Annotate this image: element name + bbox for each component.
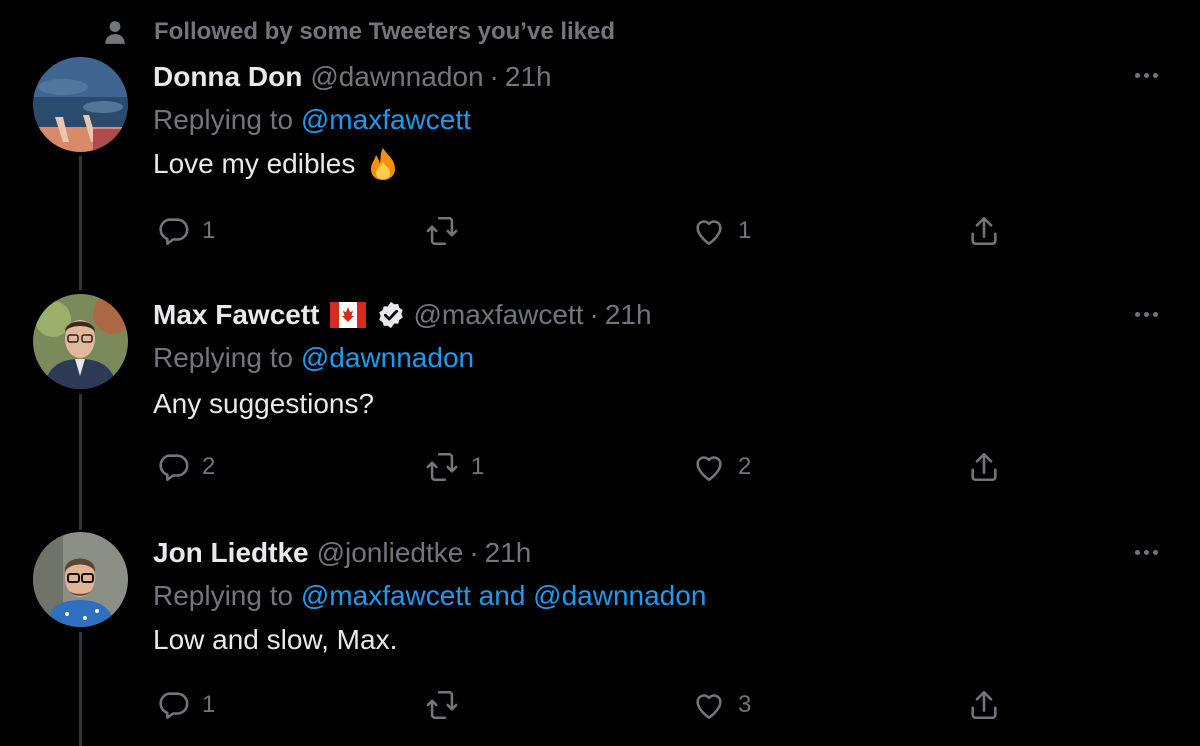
more-options-icon[interactable] <box>1128 542 1164 562</box>
action-bar: 1 3 <box>0 687 1200 723</box>
tweet-text-content: Low and slow, Max. <box>153 624 398 655</box>
avatar[interactable] <box>33 532 128 627</box>
share-icon <box>971 690 997 720</box>
retweet-icon <box>426 690 458 720</box>
share-button[interactable] <box>967 687 1001 723</box>
reply-count: 1 <box>202 691 216 718</box>
like-count: 3 <box>738 691 752 718</box>
timestamp[interactable]: 21h <box>485 537 532 569</box>
separator-dot: · <box>469 537 479 568</box>
replying-to: Replying to @maxfawcett and @dawnnadon <box>153 580 706 612</box>
handle[interactable]: @jonliedtke <box>317 537 464 569</box>
tweet[interactable]: Jon Liedtke @jonliedtke · 21h Replying t… <box>0 0 1200 746</box>
tweet-header: Jon Liedtke @jonliedtke · 21h <box>153 534 531 572</box>
retweet-button[interactable] <box>425 687 471 723</box>
display-name[interactable]: Jon Liedtke <box>153 537 309 569</box>
heart-icon <box>696 694 722 720</box>
reply-button[interactable]: 1 <box>156 687 215 723</box>
reply-icon <box>159 692 189 720</box>
mention-link[interactable]: @maxfawcett and @dawnnadon <box>301 580 707 611</box>
replying-to-label: Replying to <box>153 580 301 611</box>
like-button[interactable]: 3 <box>692 687 751 723</box>
tweet-text: Low and slow, Max. <box>153 624 397 656</box>
